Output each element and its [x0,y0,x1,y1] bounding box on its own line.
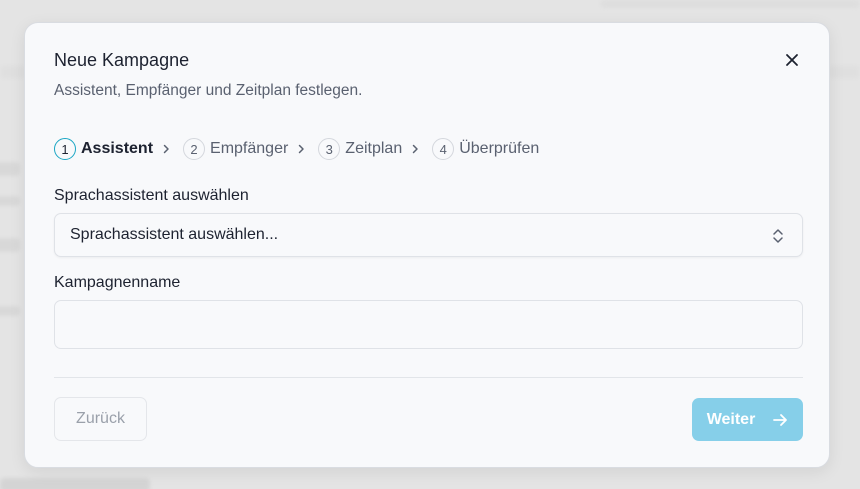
chevron-right-icon [298,144,305,154]
step-number: 2 [183,138,206,160]
close-button[interactable] [781,49,803,71]
campaign-name-label: Kampagnenname [54,274,181,291]
step-label: Assistent [81,140,154,157]
step-number: 3 [318,138,341,160]
step-number: 1 [54,138,76,160]
step-label: Zeitplan [345,140,403,157]
step-zeitplan[interactable]: 3 Zeitplan [318,138,402,160]
stepper: 1 Assistent 2 Empfänger 3 Zeitplan 4 Übe… [54,137,539,161]
step-ueberpruefen[interactable]: 4 Überprüfen [432,138,539,160]
dialog-subtitle: Assistent, Empfänger und Zeitplan festle… [54,82,363,99]
assistant-select-value: Sprachassistent auswählen... [70,226,279,243]
step-number: 4 [432,138,455,160]
back-button-label: Zurück [76,410,125,427]
chevron-right-icon [163,144,170,154]
new-campaign-dialog: Neue Kampagne Assistent, Empfänger und Z… [24,22,830,468]
next-button[interactable]: Weiter [692,398,803,441]
assistant-select-label: Sprachassistent auswählen [54,187,249,204]
assistant-select[interactable]: Sprachassistent auswählen... [54,213,803,257]
step-label: Empfänger [210,140,289,157]
campaign-name-input[interactable] [54,300,803,349]
next-button-label: Weiter [706,410,756,428]
step-assistent[interactable]: 1 Assistent [54,138,153,160]
footer-divider [54,377,803,378]
close-icon [786,54,798,66]
chevron-right-icon [412,144,419,154]
dialog-title: Neue Kampagne [54,50,190,70]
step-label: Überprüfen [459,140,540,157]
back-button[interactable]: Zurück [54,397,147,441]
step-empfaenger[interactable]: 2 Empfänger [183,138,288,160]
chevron-up-down-icon [773,229,783,243]
arrow-right-icon [772,413,788,427]
